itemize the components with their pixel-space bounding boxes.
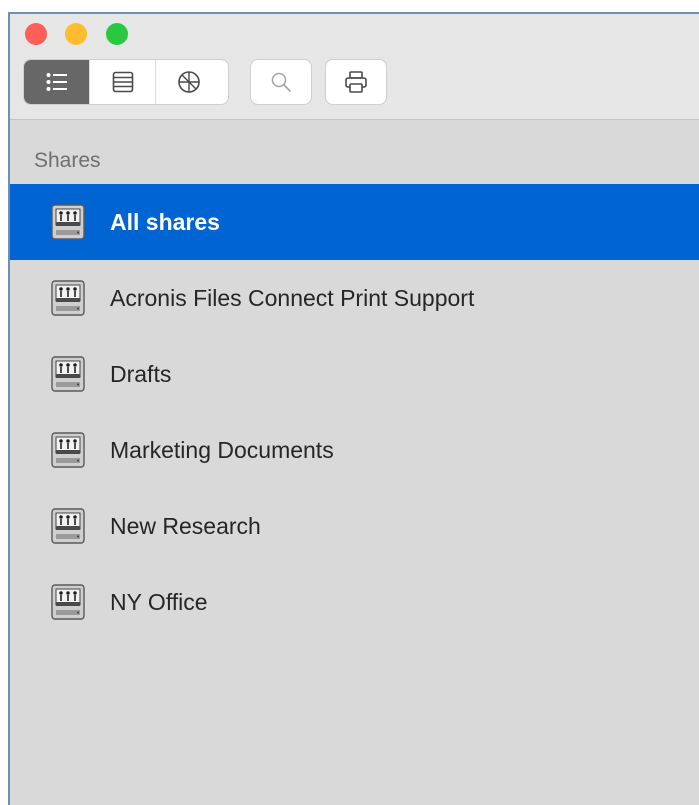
list-view-button[interactable] [24, 60, 90, 104]
list-item-label: Acronis Files Connect Print Support [110, 284, 475, 311]
list-item-ny-office[interactable]: NY Office [10, 564, 699, 640]
list-view-icon [46, 73, 67, 91]
list-item-label: Drafts [110, 360, 172, 387]
network-view-button[interactable] [156, 60, 222, 104]
zoom-window-button[interactable] [106, 23, 128, 45]
shared-drive-icon [51, 204, 85, 240]
view-mode-segmented-control [23, 59, 229, 105]
search-icon [271, 72, 291, 92]
shared-drive-icon [51, 432, 85, 468]
list-item-drafts[interactable]: Drafts [10, 336, 699, 412]
network-view-icon [178, 71, 200, 93]
search-button[interactable] [250, 59, 312, 105]
list-item-new-research[interactable]: New Research [10, 488, 699, 564]
toolbar [10, 14, 699, 120]
app-window: Shares All shares Acronis Files Connect … [8, 12, 699, 805]
printer-icon [345, 71, 367, 93]
list-item-marketing-documents[interactable]: Marketing Documents [10, 412, 699, 488]
list-item-acronis-print-support[interactable]: Acronis Files Connect Print Support [10, 260, 699, 336]
columns-view-icon [112, 71, 133, 93]
minimize-window-button[interactable] [65, 23, 87, 45]
shared-drive-icon [51, 508, 85, 544]
close-window-button[interactable] [25, 23, 47, 45]
shared-drive-icon [51, 356, 85, 392]
columns-view-button[interactable] [90, 60, 156, 104]
list-item-label: NY Office [110, 588, 208, 615]
list-item-label: Marketing Documents [110, 436, 334, 463]
list-item-label: All shares [110, 208, 220, 235]
print-button[interactable] [325, 59, 387, 105]
list-item-label: New Research [110, 512, 261, 539]
list-item-all-shares[interactable]: All shares [10, 184, 699, 260]
shared-drive-icon [51, 584, 85, 620]
sidebar-section-title: Shares [34, 149, 101, 172]
shares-list: All shares Acronis Files Connect Print S… [10, 184, 699, 640]
shared-drive-icon [51, 280, 85, 316]
